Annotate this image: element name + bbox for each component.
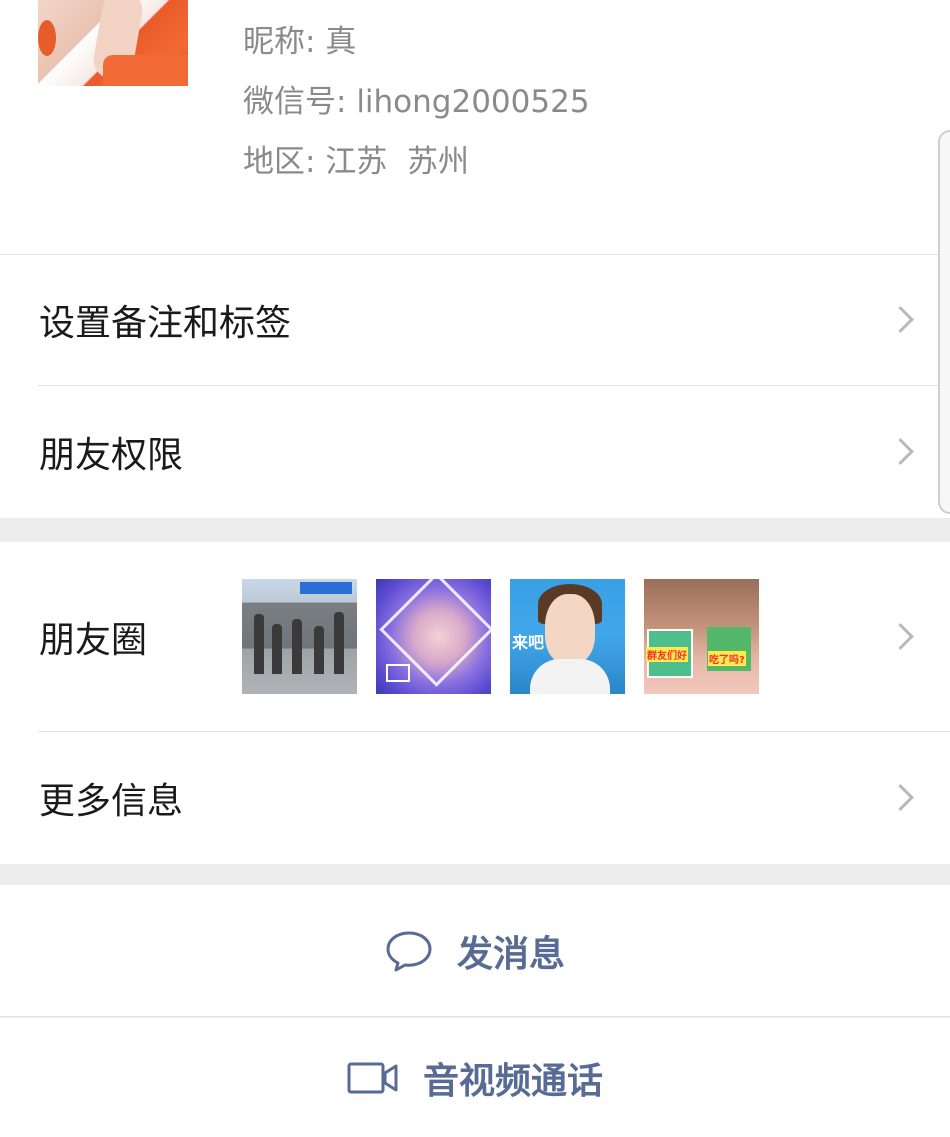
chevron-right-icon — [887, 438, 914, 465]
wechat-id-line: 微信号: lihong2000525 — [243, 76, 590, 121]
moments-thumbnails: 来吧 群友们好 吃了吗? — [242, 579, 759, 694]
video-camera-icon — [386, 664, 410, 682]
avatar-decoration — [38, 20, 56, 56]
more-info-row[interactable]: 更多信息 — [0, 732, 950, 864]
moments-thumbnail-1 — [242, 579, 357, 694]
send-message-label: 发消息 — [456, 934, 565, 975]
av-call-label: 音视频通话 — [422, 1060, 603, 1102]
nickname-line: 昵称: 真 — [243, 16, 356, 61]
remark-tags-row[interactable]: 设置备注和标签 — [0, 254, 950, 386]
nickname-value: 真 — [325, 24, 357, 60]
moments-thumbnail-3: 来吧 — [510, 579, 625, 694]
avatar[interactable] — [38, 0, 188, 86]
profile-header: 昵称: 真 微信号: lihong2000525 地区: 江苏 苏州 — [0, 0, 950, 254]
thumbnail-text: 来吧 — [512, 633, 545, 652]
nickname-label: 昵称: — [243, 24, 316, 60]
wechat-id-label: 微信号: — [243, 84, 347, 120]
chevron-right-icon — [887, 623, 914, 650]
moments-label: 朋友圈 — [39, 620, 148, 661]
more-info-label: 更多信息 — [39, 781, 184, 822]
thumbnail-text: 吃了吗? — [708, 651, 746, 666]
moments-row[interactable]: 朋友圈 来吧 群友们好 吃了吗? — [0, 542, 950, 732]
moments-section: 朋友圈 来吧 群友们好 吃了吗? 更多信息 — [0, 542, 950, 864]
region-line: 地区: 江苏 苏州 — [243, 136, 469, 181]
region-value: 江苏 苏州 — [325, 144, 470, 180]
avatar-decoration — [103, 55, 188, 86]
thumbnail-text: 群友们好 — [646, 647, 688, 662]
av-call-button[interactable]: 音视频通话 — [0, 1018, 950, 1137]
region-label: 地区: — [243, 144, 316, 180]
chat-bubble-icon — [385, 930, 433, 972]
friend-permissions-row[interactable]: 朋友权限 — [0, 386, 950, 518]
scrollbar[interactable] — [938, 130, 950, 514]
wechat-id-value: lihong2000525 — [356, 84, 590, 120]
chevron-right-icon — [887, 784, 914, 811]
chevron-right-icon — [887, 306, 914, 333]
divider — [0, 1016, 950, 1017]
settings-section: 设置备注和标签 朋友权限 — [0, 254, 950, 518]
send-message-button[interactable]: 发消息 — [0, 885, 950, 1017]
video-camera-icon — [347, 1061, 399, 1095]
remark-tags-label: 设置备注和标签 — [39, 303, 292, 344]
friend-permissions-label: 朋友权限 — [39, 435, 184, 476]
moments-thumbnail-4: 群友们好 吃了吗? — [644, 579, 759, 694]
moments-thumbnail-2 — [376, 579, 491, 694]
